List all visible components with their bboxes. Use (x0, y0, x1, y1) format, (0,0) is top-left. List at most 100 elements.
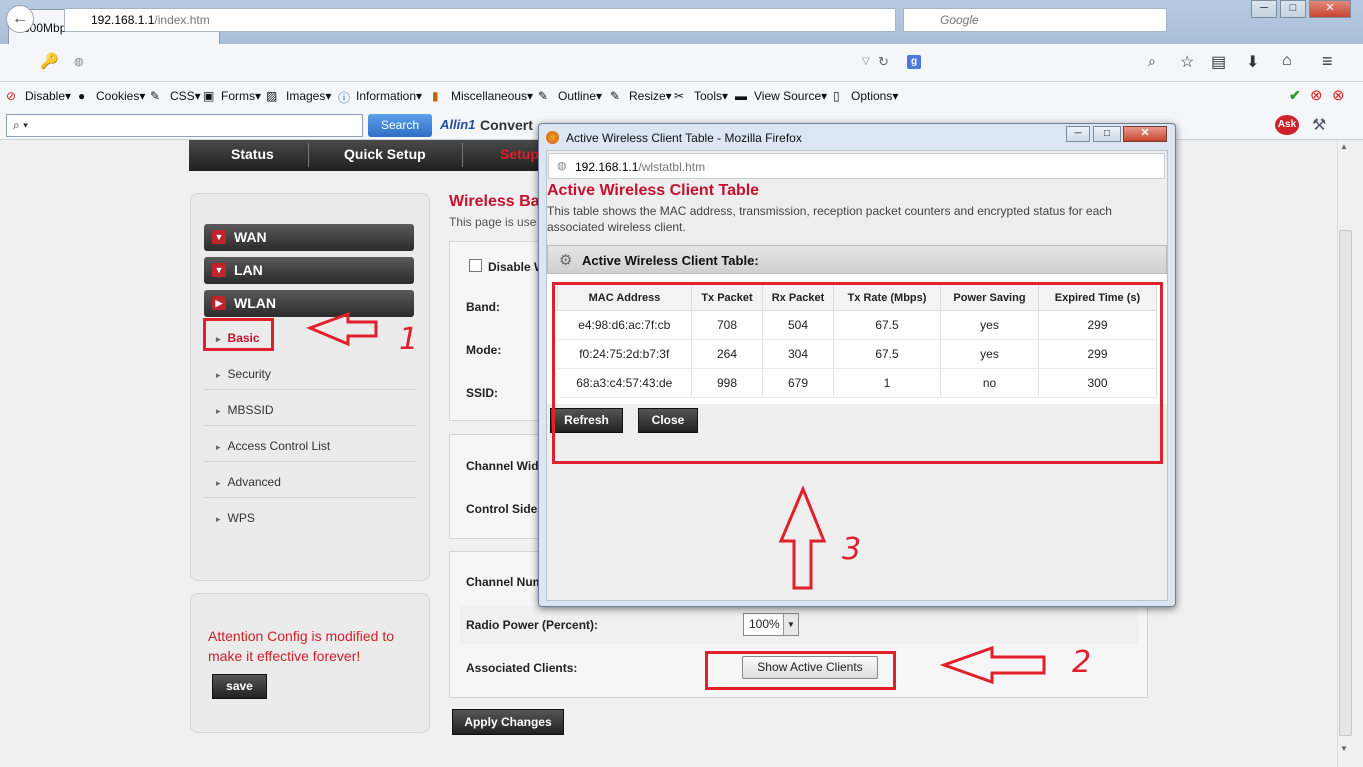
popup-heading: Active Wireless Client Table (547, 182, 760, 199)
minimize-button[interactable]: ─ (1251, 0, 1277, 18)
reload-icon[interactable]: ↻ (878, 54, 889, 70)
bullet-icon: ▸ (216, 370, 221, 380)
channel-number-label: Channel Num (466, 575, 544, 589)
popup-address-bar: 192.168.1.1/wlstatbl.htm (548, 153, 1165, 179)
annotation-box-basic (203, 318, 274, 351)
popup-minimize-button[interactable]: ─ (1066, 126, 1090, 142)
annotation-arrow-3 (778, 485, 827, 590)
chevron-down-icon: ▼ (212, 263, 226, 277)
sidebar-lan[interactable]: ▼ LAN (204, 257, 414, 284)
window-close-button[interactable]: ✕ (1309, 0, 1351, 18)
menu-tools[interactable]: Tools▾ (694, 89, 728, 103)
sidebar-item-label: Advanced (227, 475, 281, 489)
sidebar-item-acl[interactable]: ▸ Access Control List (204, 426, 416, 462)
sidebar-wan-label: WAN (234, 229, 267, 245)
save-button[interactable]: save (212, 674, 267, 699)
home-icon[interactable]: ⌂ (1282, 52, 1292, 70)
nav-setup[interactable]: Setup (500, 146, 539, 162)
band-label: Band: (466, 300, 500, 314)
sidebar-wlan-label: WLAN (234, 295, 276, 311)
download-icon[interactable]: ⬇ (1246, 52, 1259, 72)
nav-status[interactable]: Status (231, 146, 274, 162)
mode-label: Mode: (466, 343, 502, 357)
sidebar-item-advanced[interactable]: ▸ Advanced (204, 462, 416, 498)
menu-forms[interactable]: Forms▾ (221, 89, 261, 103)
bullet-icon: ▸ (216, 406, 221, 416)
annotation-label-3: 3 (842, 532, 862, 567)
google-icon[interactable]: g (907, 55, 921, 69)
images-icon: ▨ (266, 89, 278, 103)
popup-url-path: /wlstatbl.htm (638, 160, 706, 174)
disable-label: Disable W (488, 260, 546, 274)
information-icon: ⓘ (338, 91, 351, 105)
globe-icon: ◍ (74, 56, 84, 68)
tools-icon: ✂ (674, 89, 685, 103)
menu-css[interactable]: CSS▾ (170, 89, 201, 103)
sidebar-item-wps[interactable]: ▸ WPS (204, 498, 416, 534)
pencil-icon: ✎ (150, 89, 161, 103)
dropdown-arrow-icon[interactable]: ▽ (862, 56, 870, 67)
chevron-right-icon: ▶ (212, 296, 226, 310)
annotation-label-2: 2 (1072, 645, 1092, 680)
ssid-label: SSID: (466, 386, 499, 400)
menu-miscellaneous[interactable]: Miscellaneous▾ (451, 89, 533, 103)
bullet-icon: ▸ (216, 514, 221, 524)
menu-view-source[interactable]: View Source▾ (754, 89, 827, 103)
menu-outline[interactable]: Outline▾ (558, 89, 602, 103)
toolbar-search-input[interactable]: ⌕ ▾ (6, 114, 363, 137)
control-sideband-label: Control Sidel (466, 502, 541, 516)
menu-options[interactable]: Options▾ (851, 89, 898, 103)
sidebar-item-mbssid[interactable]: ▸ MBSSID (204, 390, 416, 426)
search-input[interactable]: Google (903, 8, 1167, 32)
url-host: 192.168.1.1 (91, 13, 155, 27)
scrollbar-thumb[interactable] (1339, 230, 1352, 736)
page-title: Wireless Ba (449, 193, 540, 210)
disable-checkbox[interactable] (469, 259, 482, 272)
sidebar-item-label: WPS (227, 511, 255, 525)
maximize-button[interactable]: □ (1280, 0, 1306, 18)
menu-disable[interactable]: Disable▾ (25, 89, 71, 103)
bookmark-star-icon[interactable]: ☆ (1180, 52, 1194, 72)
wrench-icon[interactable]: ⚒ (1312, 115, 1326, 135)
url-path: /index.htm (154, 13, 210, 27)
menu-cookies[interactable]: Cookies▾ (96, 89, 145, 103)
address-bar[interactable]: 192.168.1.1/index.htm (64, 8, 896, 32)
scroll-down-icon[interactable]: ▼ (1340, 744, 1348, 753)
popup-window-title: Active Wireless Client Table - Mozilla F… (566, 131, 802, 145)
menu-icon[interactable]: ≡ (1322, 51, 1333, 72)
check-icon[interactable]: ✔ (1289, 87, 1301, 104)
misc-icon: ▮ (432, 89, 439, 103)
allinone-logo[interactable]: Allin1 (440, 117, 475, 132)
attention-text: Attention Config is modified to make it … (208, 628, 394, 664)
settings-panel-2 (449, 434, 549, 539)
toolbar-search-button[interactable]: Search (368, 114, 432, 137)
nav-quick-setup[interactable]: Quick Setup (344, 146, 426, 162)
chevron-down-icon[interactable]: ▼ (783, 614, 798, 635)
menu-information[interactable]: Information▾ (356, 89, 422, 103)
channel-width-label: Channel Wid (466, 459, 539, 473)
annotation-label-1: 1 (399, 322, 419, 357)
apply-changes-button[interactable]: Apply Changes (452, 709, 564, 735)
radio-power-label: Radio Power (Percent): (466, 618, 599, 632)
sidebar-item-label: Access Control List (227, 439, 331, 453)
menu-resize[interactable]: Resize▾ (629, 89, 672, 103)
reading-list-icon[interactable]: ▤ (1211, 52, 1226, 72)
sidebar-wan[interactable]: ▼ WAN (204, 224, 414, 251)
disable-icon: ⊘ (6, 89, 17, 103)
popup-close-button[interactable]: ✕ (1123, 126, 1167, 142)
close-toolbar-icon[interactable]: ⊗ (1332, 86, 1345, 104)
key-icon: 🔑 (40, 53, 59, 70)
search-go-icon[interactable]: ⌕ (1148, 53, 1156, 70)
firefox-icon (546, 131, 559, 144)
scroll-up-icon[interactable]: ▲ (1340, 142, 1348, 151)
convert-label[interactable]: Convert (480, 117, 533, 133)
ask-logo[interactable]: Ask (1275, 115, 1299, 135)
popup-maximize-button[interactable]: □ (1093, 126, 1121, 142)
sidebar-lan-label: LAN (234, 262, 263, 278)
back-button[interactable]: ← (6, 5, 34, 33)
menu-images[interactable]: Images▾ (286, 89, 331, 103)
annotation-box-table (552, 282, 1163, 464)
error-icon[interactable]: ⊗ (1310, 86, 1323, 104)
toolbar-search-icon: ⌕ ▾ (13, 118, 29, 132)
options-icon: ▯ (833, 89, 840, 103)
